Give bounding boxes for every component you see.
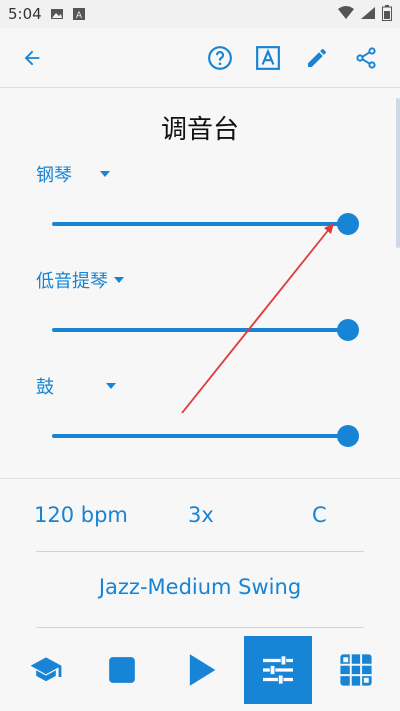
font-icon: A: [73, 8, 85, 21]
help-button[interactable]: [206, 44, 234, 72]
play-icon: [189, 654, 216, 686]
volume-slider-piano[interactable]: [52, 213, 359, 235]
slider-thumb[interactable]: [337, 213, 359, 235]
scrollbar[interactable]: [396, 98, 400, 248]
wifi-icon: [338, 6, 354, 19]
divider: [36, 627, 364, 628]
dropdown-caret-icon: [114, 277, 124, 283]
app-bar: [0, 28, 400, 88]
text-format-button[interactable]: [254, 44, 282, 72]
bottom-toolbar: [0, 636, 400, 704]
share-button[interactable]: [352, 44, 380, 72]
repeats-button[interactable]: 3x: [188, 503, 214, 527]
edit-icon: [308, 48, 327, 67]
mixer-icon: [263, 656, 293, 684]
slider-thumb[interactable]: [337, 319, 359, 341]
page-title: 调音台: [160, 115, 239, 145]
edit-button[interactable]: [303, 44, 331, 72]
style-button[interactable]: Jazz-Medium Swing: [0, 575, 400, 599]
tempo-button[interactable]: 120 bpm: [34, 503, 128, 527]
share-icon: [356, 47, 376, 69]
channel-label: 低音提琴: [36, 271, 108, 292]
slider-track: [52, 222, 348, 226]
svg-text:A: A: [76, 11, 83, 21]
mixer-panel: 调音台 钢琴 低音提琴 鼓: [0, 89, 400, 479]
divider: [36, 551, 364, 552]
channel-label: 鼓: [36, 377, 54, 398]
signal-icon: [361, 7, 375, 19]
channel-select-drums[interactable]: 鼓: [36, 373, 116, 399]
battery-icon: [382, 5, 392, 21]
play-button[interactable]: [168, 636, 236, 704]
channel-label: 钢琴: [36, 165, 72, 186]
channel-select-piano[interactable]: 钢琴: [36, 161, 110, 187]
volume-slider-drums[interactable]: [52, 425, 359, 447]
channel-select-bass[interactable]: 低音提琴: [36, 267, 124, 293]
stop-icon: [109, 657, 135, 683]
slider-track: [52, 328, 348, 332]
volume-slider-bass[interactable]: [52, 319, 359, 341]
status-bar: 5:04 A: [0, 0, 400, 28]
learn-button[interactable]: [12, 636, 80, 704]
key-button[interactable]: C: [312, 503, 327, 527]
stop-button[interactable]: [88, 636, 156, 704]
school-icon: [30, 657, 62, 682]
image-icon: [51, 9, 63, 19]
dropdown-caret-icon: [106, 383, 116, 389]
back-button[interactable]: [18, 44, 46, 72]
slider-track: [52, 434, 348, 438]
slider-thumb[interactable]: [337, 425, 359, 447]
chord-grid-button[interactable]: [322, 636, 390, 704]
grid-icon: [340, 654, 372, 686]
mixer-button[interactable]: [244, 636, 312, 704]
status-time: 5:04: [8, 5, 42, 23]
settings-panel: 120 bpm 3x C Jazz-Medium Swing: [0, 478, 400, 628]
text-format-icon: [256, 46, 280, 70]
help-icon: [208, 46, 232, 70]
dropdown-caret-icon: [100, 171, 110, 177]
arrow-left-icon: [24, 50, 40, 66]
